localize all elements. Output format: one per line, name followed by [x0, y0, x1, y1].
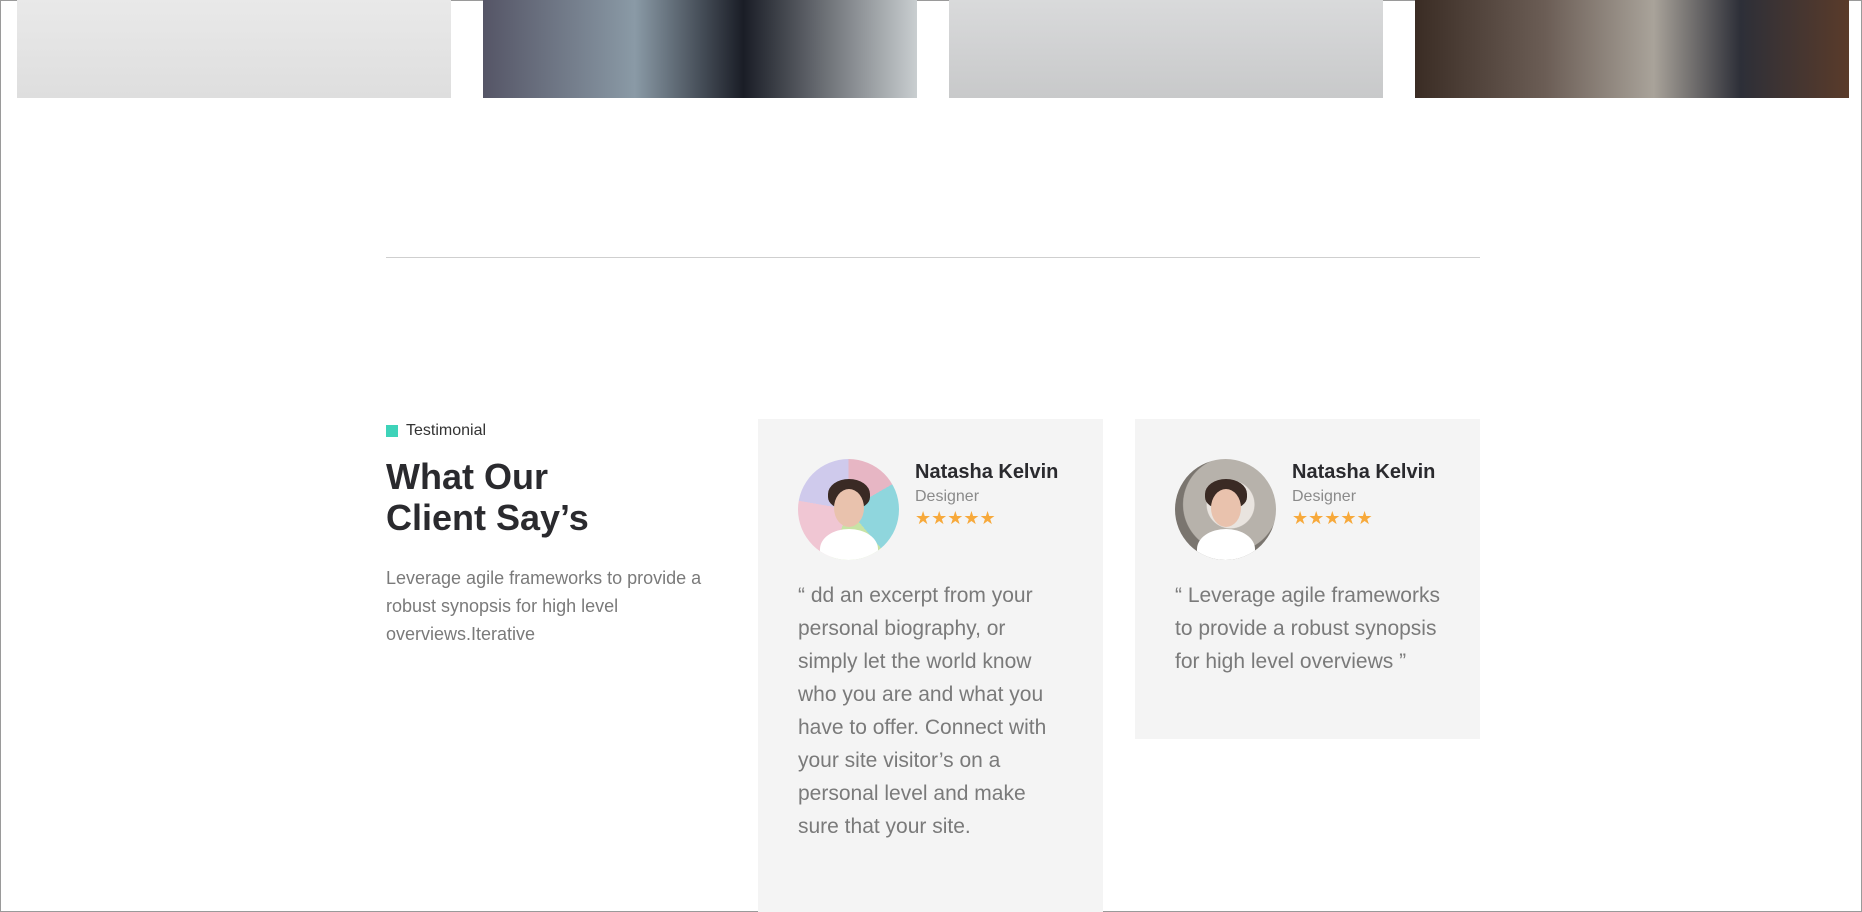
section-heading: What Our Client Say’s	[386, 456, 706, 538]
author-name: Natasha Kelvin	[915, 461, 1059, 483]
section-eyebrow: Testimonial	[386, 422, 486, 440]
author-role: Designer	[915, 488, 980, 505]
star-rating-icon: ★★★★★	[1292, 508, 1373, 528]
heading-line-2: Client Say’s	[386, 497, 589, 538]
star-rating-icon: ★★★★★	[915, 508, 996, 528]
section-divider	[386, 257, 1480, 258]
testimonial-quote: “ dd an excerpt from your personal biogr…	[798, 584, 1047, 838]
avatar-face-shape	[834, 489, 864, 527]
testimonial-author: Natasha Kelvin Designer ★★★★★	[1292, 460, 1435, 527]
testimonial-author: Natasha Kelvin Designer ★★★★★	[915, 460, 1058, 527]
gallery-image-people[interactable]	[483, 0, 917, 98]
eyebrow-label: Testimonial	[406, 422, 487, 439]
testimonial-card: Natasha Kelvin Designer ★★★★★ “ dd an ex…	[758, 419, 1103, 912]
avatar-face-shape	[1211, 489, 1241, 527]
testimonial-card: Natasha Kelvin Designer ★★★★★ “ Leverage…	[1135, 419, 1480, 739]
testimonial-quote: “ Leverage agile frameworks to provide a…	[1175, 584, 1440, 673]
author-role: Designer	[1292, 488, 1357, 505]
avatar	[1175, 459, 1276, 560]
gallery-image-watch[interactable]	[949, 0, 1383, 98]
gallery-image-suit[interactable]	[1415, 0, 1849, 98]
avatar-body-shape	[820, 529, 878, 560]
eyebrow-square-icon	[386, 425, 398, 437]
gallery-image-desk[interactable]	[17, 0, 451, 98]
section-lead: Leverage agile frameworks to provide a r…	[386, 568, 702, 644]
avatar	[798, 459, 899, 560]
heading-line-1: What Our	[386, 456, 548, 497]
avatar-body-shape	[1197, 529, 1255, 560]
author-name: Natasha Kelvin	[1292, 461, 1436, 483]
